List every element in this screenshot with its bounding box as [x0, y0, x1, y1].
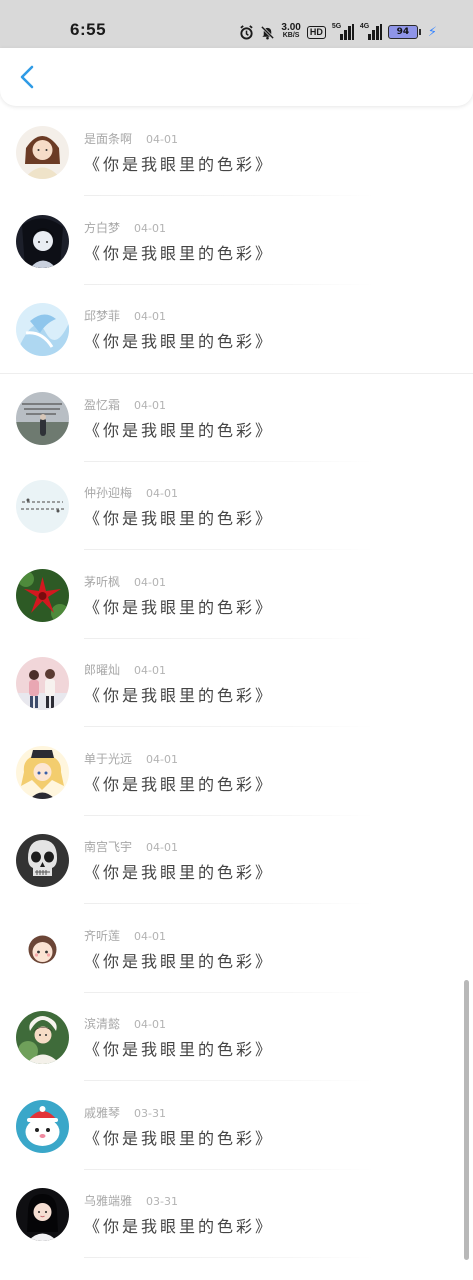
item-message: 《你是我眼里的色彩》: [84, 951, 275, 971]
avatar: [16, 834, 69, 887]
status-time: 6:55: [70, 20, 107, 39]
avatar: [16, 745, 69, 799]
list-item[interactable]: 滨清懿 04-01 《你是我眼里的色彩》: [0, 993, 473, 1082]
list-item[interactable]: 方白梦 04-01 《你是我眼里的色彩》: [0, 197, 473, 286]
item-message: 《你是我眼里的色彩》: [84, 420, 275, 440]
item-message: 《你是我眼里的色彩》: [84, 509, 275, 528]
list-item[interactable]: 南宫飞宇 04-01 《你是我眼里的色彩》: [0, 816, 473, 905]
user-name: 戚雅琴: [84, 1105, 121, 1120]
user-name: 茅听枫: [84, 574, 121, 589]
avatar: [16, 1188, 69, 1241]
user-name: 仲孙迎梅: [84, 486, 133, 500]
item-date: 04-01: [146, 487, 178, 500]
network-speed: 3.00 KB/S: [281, 22, 301, 40]
item-message: 《你是我眼里的色彩》: [84, 243, 275, 263]
hd-badge: HD: [306, 25, 326, 39]
back-button[interactable]: [10, 60, 44, 94]
status-bar: 6:55 3.00 KB/S HD 5G 4G 94 ⚡: [0, 0, 473, 48]
charging-icon: ⚡: [427, 24, 437, 40]
list-item[interactable]: 盈忆霜 04-01 《你是我眼里的色彩》: [0, 374, 473, 463]
item-date: 04-01: [134, 1018, 166, 1031]
divider: [84, 1257, 374, 1258]
item-date: 04-01: [146, 752, 178, 766]
avatar: [16, 214, 69, 268]
list-item[interactable]: 郎曜灿 04-01 《你是我眼里的色彩》: [0, 639, 473, 728]
item-date: 04-01: [134, 664, 166, 677]
user-list: 是面条啊 04-01 《你是我眼里的色彩》 方白梦 04-01 《你是我眼里的色彩》…: [0, 108, 473, 1259]
avatar: [16, 303, 69, 356]
item-message: 《你是我眼里的色彩》: [84, 1040, 275, 1059]
chevron-left-icon: [20, 65, 34, 89]
avatar: [16, 568, 69, 622]
user-name: 方白梦: [84, 220, 121, 235]
list-item[interactable]: 茅听枫 04-01 《你是我眼里的色彩》: [0, 551, 473, 640]
user-name: 单于光远: [84, 751, 133, 766]
item-message: 《你是我眼里的色彩》: [84, 1128, 275, 1148]
status-icons: 3.00 KB/S HD 5G 4G 94 ⚡: [239, 22, 437, 42]
top-bar: [0, 48, 473, 106]
signal-icon: 4G: [360, 23, 382, 40]
battery-indicator: 94: [387, 25, 421, 39]
item-date: 03-31: [134, 1106, 166, 1120]
item-message: 《你是我眼里的色彩》: [84, 155, 275, 174]
item-date: 04-01: [134, 398, 166, 412]
user-name: 滨清懿: [84, 1017, 121, 1031]
list-item[interactable]: 戚雅琴 03-31 《你是我眼里的色彩》: [0, 1082, 473, 1171]
item-date: 04-01: [134, 929, 166, 943]
list-item[interactable]: 单于光远 04-01 《你是我眼里的色彩》: [0, 728, 473, 817]
avatar: [16, 922, 69, 976]
user-name: 郎曜灿: [84, 663, 121, 677]
avatar: [16, 1011, 69, 1064]
avatar: [16, 1099, 69, 1153]
item-message: 《你是我眼里的色彩》: [84, 686, 275, 705]
user-name: 是面条啊: [84, 132, 133, 146]
list-item[interactable]: 乌雅端雅 03-31 《你是我眼里的色彩》: [0, 1170, 473, 1259]
list-item[interactable]: 是面条啊 04-01 《你是我眼里的色彩》: [0, 108, 473, 197]
list-item[interactable]: 仲孙迎梅 04-01 《你是我眼里的色彩》: [0, 462, 473, 551]
user-name: 乌雅端雅: [84, 1194, 133, 1208]
avatar: [16, 391, 69, 445]
user-name: 盈忆霜: [84, 397, 121, 412]
item-date: 04-01: [146, 133, 178, 146]
user-name: 邱梦菲: [84, 309, 121, 323]
list-item[interactable]: 齐听莲 04-01 《你是我眼里的色彩》: [0, 905, 473, 994]
user-name: 齐听莲: [84, 928, 121, 943]
item-message: 《你是我眼里的色彩》: [84, 863, 275, 882]
item-date: 04-01: [134, 221, 166, 235]
avatar: [16, 126, 69, 179]
scrollbar[interactable]: [464, 980, 469, 1260]
item-message: 《你是我眼里的色彩》: [84, 332, 275, 351]
signal-icon: 5G: [332, 23, 354, 40]
bell-muted-icon: [260, 25, 275, 40]
item-message: 《你是我眼里的色彩》: [84, 1217, 275, 1236]
avatar: [16, 480, 69, 533]
item-message: 《你是我眼里的色彩》: [84, 597, 275, 617]
list-item[interactable]: 邱梦菲 04-01 《你是我眼里的色彩》: [0, 285, 473, 374]
item-date: 04-01: [134, 310, 166, 323]
user-name: 南宫飞宇: [84, 840, 133, 854]
alarm-icon: [239, 24, 254, 40]
item-date: 03-31: [146, 1195, 178, 1208]
avatar: [16, 657, 69, 710]
item-date: 04-01: [146, 841, 178, 854]
item-date: 04-01: [134, 575, 166, 589]
item-message: 《你是我眼里的色彩》: [84, 774, 275, 794]
